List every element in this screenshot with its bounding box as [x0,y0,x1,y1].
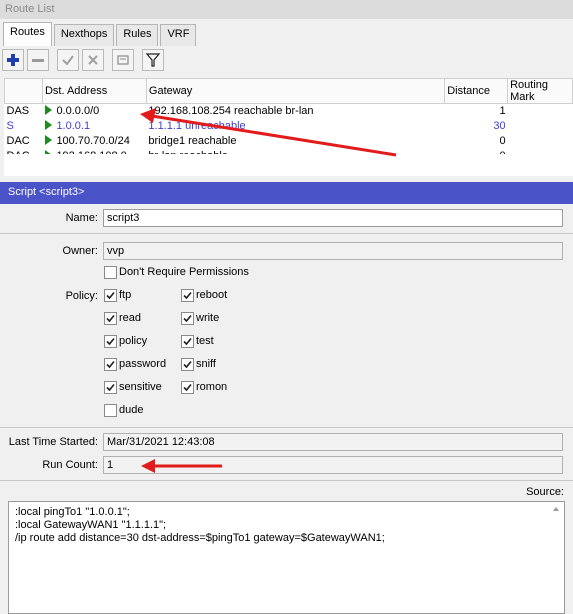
policy-write-label: write [196,312,220,324]
check-icon [183,360,192,369]
filter-icon [146,53,160,67]
policy-sensitive-label: sensitive [119,381,162,393]
active-route-icon [45,120,53,130]
tab-vrf[interactable]: VRF [160,24,197,46]
disable-icon [88,55,98,65]
route-distance: 1 [499,105,506,118]
remove-icon [32,59,44,62]
tab-rules[interactable]: Rules [116,24,159,46]
route-routing-mark [508,134,573,149]
add-button[interactable] [2,49,24,71]
comment-button[interactable] [112,49,134,71]
enable-icon [62,55,74,66]
last-started-field[interactable]: Mar/31/2021 12:43:08 [103,433,563,451]
owner-field[interactable]: vvp [103,242,563,260]
policy-ftp-checkbox[interactable] [104,289,117,302]
source-label: Source: [526,486,564,498]
check-icon [183,337,192,346]
policy-reboot-checkbox[interactable] [181,289,194,302]
policy-test-label: test [196,335,214,347]
active-route-icon [45,105,53,116]
route-routing-mark [508,119,573,134]
table-header: Dst. Address Gateway Distance Routing Ma… [4,78,573,104]
check-icon [183,314,192,323]
run-count-label: Run Count: [42,459,98,471]
name-label: Name: [65,212,98,224]
tab-routes[interactable]: Routes [3,22,52,46]
route-dst: 1.0.0.1 [56,120,91,132]
column-header-flags[interactable] [4,78,43,104]
policy-policy-checkbox[interactable] [104,335,117,348]
route-dst: 0.0.0.0/0 [56,105,100,118]
last-started-label: Last Time Started: [8,436,98,448]
policy-sniff-label: sniff [196,358,216,370]
policy-password-label: password [119,358,167,370]
owner-label: Owner: [62,245,98,257]
source-line: :local pingTo1 "1.0.0.1"; [15,506,130,518]
source-editor[interactable]: :local pingTo1 "1.0.0.1"; :local Gateway… [8,501,565,614]
policy-dude-checkbox[interactable] [104,404,117,417]
disable-button[interactable] [82,49,104,71]
check-icon [106,337,115,346]
active-route-icon [45,135,53,145]
column-header-dst-address[interactable]: Dst. Address [41,78,147,104]
script-window: Script <script3> Name: script3 Owner: vv… [0,182,573,614]
route-toolbar [2,49,167,75]
name-field[interactable]: script3 [103,209,563,227]
policy-write-checkbox[interactable] [181,312,194,325]
script-title: Script <script3> [8,186,85,198]
policy-romon-label: romon [196,381,228,393]
route-distance: 0 [499,135,506,147]
policy-test-checkbox[interactable] [181,335,194,348]
route-list-title-bar[interactable]: Route List [0,0,573,19]
policy-read-checkbox[interactable] [104,312,117,325]
column-header-gateway[interactable]: Gateway [145,78,446,104]
route-flags: DAC [6,135,30,147]
route-routing-mark [508,104,573,119]
check-icon [106,360,115,369]
filter-button[interactable] [142,49,164,71]
annotation-arrow-route [140,108,397,157]
column-header-routing-mark[interactable]: Routing Mark [507,78,573,104]
add-icon [7,54,19,66]
remove-button[interactable] [27,49,49,71]
route-list-tabs: Routes Nexthops Rules VRF [3,22,198,46]
check-icon [106,383,115,392]
policy-romon-checkbox[interactable] [181,381,194,394]
script-title-bar[interactable]: Script <script3> [0,182,573,204]
policy-reboot-label: reboot [196,289,228,301]
policy-policy-label: policy [119,335,148,347]
check-icon [183,291,192,300]
comment-icon [117,55,129,65]
enable-button[interactable] [57,49,79,71]
dont-require-permissions-label: Don't Require Permissions [119,266,249,278]
tab-nexthops[interactable]: Nexthops [53,24,115,46]
policy-sniff-checkbox[interactable] [181,358,194,371]
policy-ftp-label: ftp [119,289,132,301]
policy-read-label: read [119,312,142,324]
divider [0,480,573,481]
source-scrollbar[interactable] [548,502,564,613]
column-header-distance[interactable]: Distance [444,78,509,104]
divider [0,233,573,234]
check-icon [106,314,115,323]
route-list-title: Route List [5,3,55,15]
annotation-arrow-run-count [141,459,222,473]
route-dst: 100.70.70.0/24 [56,135,130,147]
route-list-window: Route List Routes Nexthops Rules VRF Dst… [0,0,573,176]
policy-password-checkbox[interactable] [104,358,117,371]
source-line: :local GatewayWAN1 "1.1.1.1"; [15,519,167,531]
policy-label: Policy: [65,290,98,302]
scroll-up-arrow-icon[interactable] [548,502,564,516]
route-flags: S [6,120,14,132]
check-icon [183,383,192,392]
policy-dude-label: dude [119,404,144,416]
policy-sensitive-checkbox[interactable] [104,381,117,394]
check-icon [106,291,115,300]
dont-require-permissions-checkbox[interactable] [104,266,117,279]
source-line: /ip route add distance=30 dst-address=$p… [15,532,385,544]
divider [0,427,573,428]
route-flags: DAS [6,105,30,118]
route-distance: 30 [493,120,506,132]
